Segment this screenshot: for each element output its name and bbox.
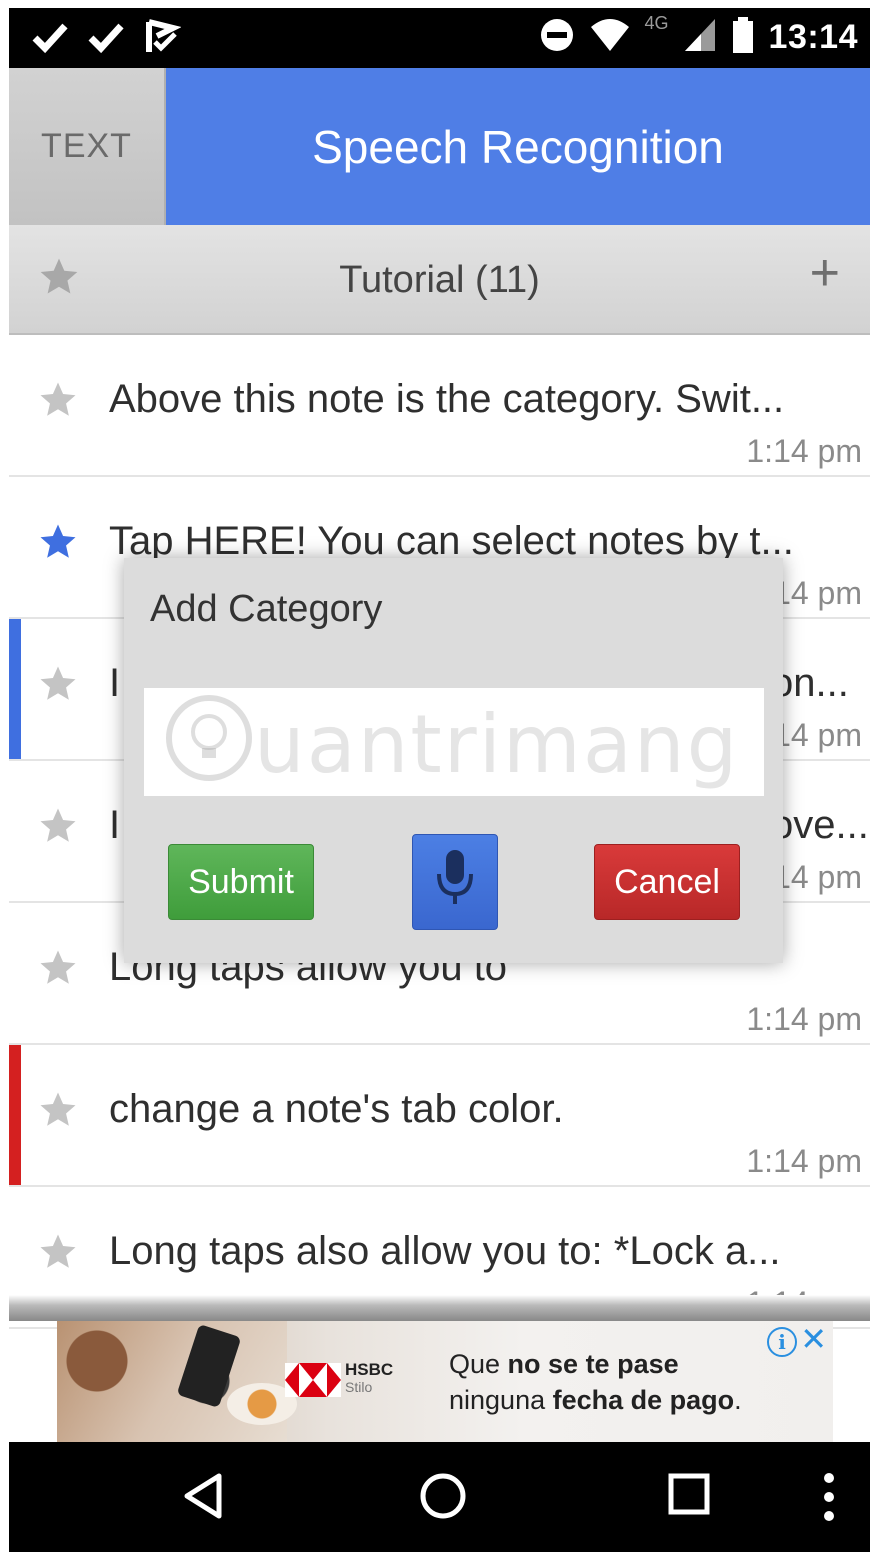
ad-banner[interactable]: HSBC Stilo Que no se te pase ninguna fec… [57,1321,833,1442]
app-title: Speech Recognition [166,68,870,225]
check-icon [31,18,69,61]
status-left-icons [31,18,182,61]
note-time: 1:14 pm [746,433,862,469]
navigation-bar [9,1442,870,1552]
status-right-icons: 4G 13:14 [539,13,858,59]
category-title: Tutorial (11) [339,259,540,301]
wifi-icon [589,17,631,58]
note-tab-color [9,619,21,759]
microphone-icon [435,848,475,917]
app-title-text: Speech Recognition [312,120,724,173]
note-time: 1:14 pm [746,1001,862,1037]
note-tab-color [9,335,21,475]
star-icon[interactable] [37,947,79,994]
ad-text-bold: no se te pase [507,1349,679,1379]
ad-brand: HSBC [345,1360,394,1379]
dialog-title: Add Category [150,588,383,630]
battery-icon [731,16,755,59]
list-item[interactable]: Above this note is the category. Swit...… [9,335,870,477]
note-tab-color [9,761,21,901]
cancel-button[interactable]: Cancel [594,844,740,920]
list-item[interactable]: change a note's tab color. 1:14 pm [9,1045,870,1187]
signal-icon [683,17,717,58]
ad-brand-sub: Stilo [345,1379,373,1395]
ad-text: Que [449,1349,508,1379]
star-icon[interactable] [37,521,79,568]
ad-headline-2: ninguna fecha de pago. [449,1385,742,1416]
note-tab-color [9,903,21,1043]
note-tab-color [9,1045,21,1185]
list-bottom-shadow [9,1295,870,1321]
note-text-end: ove... [771,803,866,847]
ad-text: ninguna [449,1385,553,1415]
overflow-menu-icon[interactable] [821,1472,837,1527]
recents-icon[interactable] [667,1472,711,1521]
do-not-disturb-icon [539,17,575,58]
note-text-end: on... [771,661,849,705]
add-category-dialog: Add Category uantrimang Submit Cancel [124,558,783,963]
status-time: 13:14 [768,18,858,56]
star-icon[interactable] [37,805,79,852]
star-icon[interactable] [37,663,79,710]
status-bar: 4G 13:14 [9,8,870,68]
microphone-button[interactable] [412,834,498,930]
home-icon[interactable] [419,1472,467,1525]
flag-check-icon [143,18,182,61]
category-name-input[interactable] [144,688,764,796]
network-type: 4G [644,13,669,33]
ad-headline-1: Que no se te pase [449,1349,679,1380]
note-text: change a note's tab color. [109,1087,564,1131]
ad-text: . [734,1385,742,1415]
close-icon[interactable]: ✕ [800,1323,827,1355]
hsbc-logo-icon [285,1363,341,1402]
app-screen: 4G 13:14 TEXT Speech Recognition Tutoria… [9,8,870,1552]
note-text: Above this note is the category. Swit... [109,377,785,421]
star-icon[interactable] [37,1231,79,1278]
star-icon[interactable] [37,379,79,426]
check-icon [87,18,125,61]
add-category-button[interactable]: + [810,247,840,299]
text-tab-button[interactable]: TEXT [9,68,166,225]
note-time: 1:14 pm [746,1143,862,1179]
category-header[interactable]: Tutorial (11) + [9,225,870,335]
info-icon[interactable]: i [767,1327,797,1357]
ad-text-bold: fecha de pago [552,1385,735,1415]
note-tab-color [9,477,21,617]
note-text: Long taps also allow you to: *Lock a... [109,1229,781,1273]
submit-button[interactable]: Submit [168,844,314,920]
app-bar: TEXT Speech Recognition [9,68,870,225]
star-icon[interactable] [37,1089,79,1136]
back-icon[interactable] [181,1472,225,1525]
